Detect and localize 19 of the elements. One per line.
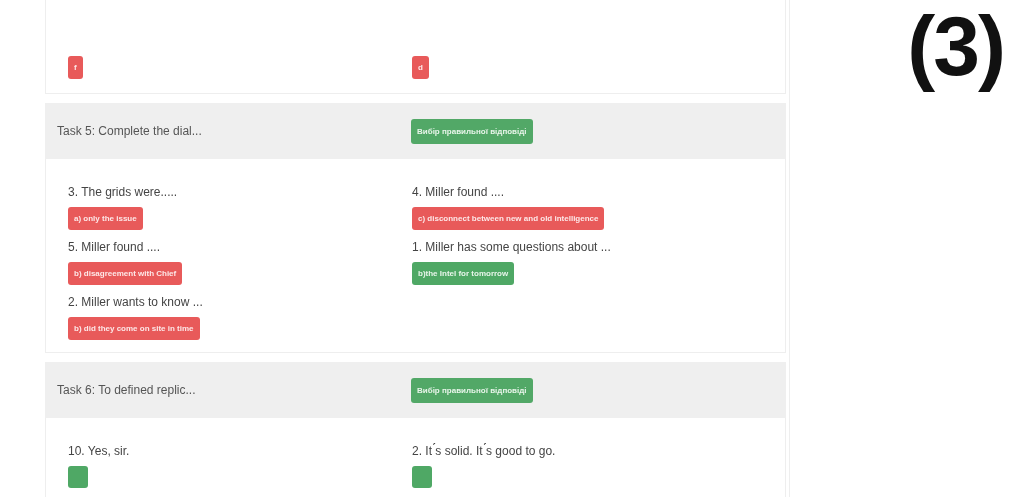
question-text: 2. It ́s solid. It ́s good to go. (412, 444, 556, 458)
answer-badge: f (68, 56, 83, 79)
task-type-badge: Вибір правильної відповіді (411, 118, 533, 144)
answer-badge: b) did they come on site in time (68, 317, 200, 340)
answer-badge: c) disconnect between new and old intelligence (412, 207, 605, 230)
question-text: 5. Miller found .... (68, 240, 161, 254)
answer-badge: d (412, 56, 429, 79)
task-type-badge: Вибір правильної відповіді (411, 377, 533, 403)
answer-badge: b) disagreement with Chief (68, 262, 183, 285)
answer-badge: a) only the issue (68, 207, 143, 230)
task-title: Task 6: To defined replic... (57, 383, 197, 397)
page-number: (3) (907, 0, 1004, 95)
question-text: 2. Miller wants to know ... (68, 295, 203, 309)
task-title: Task 5: Complete the dial... (57, 124, 203, 138)
question-text: 1. Miller has some questions about ... (412, 240, 611, 254)
question-text: 4. Miller found .... (412, 185, 505, 199)
answer-badge: b)the Intel for tomorrow (412, 262, 515, 285)
question-text: 10. Yes, sir. (68, 444, 130, 458)
question-text: 3. The grids were..... (68, 185, 178, 199)
